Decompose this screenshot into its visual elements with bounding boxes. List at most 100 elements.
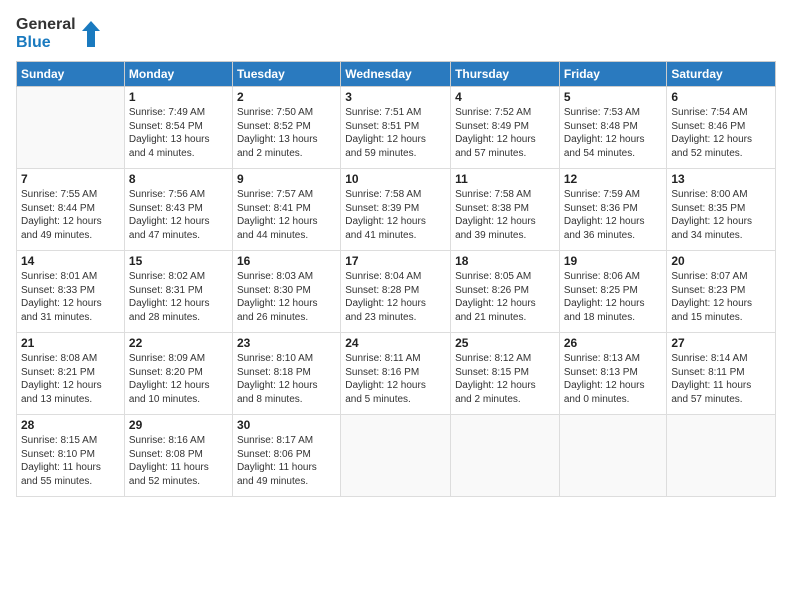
day-number: 26 [564,336,663,350]
weekday-saturday: Saturday [667,62,776,87]
day-number: 4 [455,90,555,104]
day-number: 15 [129,254,228,268]
calendar-cell: 19Sunrise: 8:06 AMSunset: 8:25 PMDayligh… [559,251,667,333]
day-info: Sunrise: 8:09 AMSunset: 8:20 PMDaylight:… [129,352,228,406]
day-info: Sunrise: 8:13 AMSunset: 8:13 PMDaylight:… [564,352,663,406]
calendar-cell: 4Sunrise: 7:52 AMSunset: 8:49 PMDaylight… [451,87,560,169]
day-info: Sunrise: 8:01 AMSunset: 8:33 PMDaylight:… [21,270,120,324]
calendar-cell: 21 Sunrise: 8:08 AMSunset: 8:21 PMDayligh… [17,333,125,415]
weekday-tuesday: Tuesday [232,62,340,87]
day-number: 21 [21,336,120,350]
day-number: 29 [129,418,228,432]
day-number: 22 [129,336,228,350]
calendar-cell [17,87,125,169]
day-info: Sunrise: 8:00 AMSunset: 8:35 PMDaylight:… [671,188,771,242]
day-number: 9 [237,172,336,186]
week-row-4: 21 Sunrise: 8:08 AMSunset: 8:21 PMDayligh… [17,333,776,415]
weekday-wednesday: Wednesday [341,62,451,87]
weekday-thursday: Thursday [451,62,560,87]
calendar-cell: 16 Sunrise: 8:03 AMSunset: 8:30 PMDayligh… [232,251,340,333]
calendar-cell [451,415,560,497]
logo: GeneralBlue [16,16,100,51]
calendar-cell: 13 Sunrise: 8:00 AMSunset: 8:35 PMDayligh… [667,169,776,251]
day-info: Sunrise: 7:55 AMSunset: 8:44 PMDaylight:… [21,188,120,242]
day-number: 14 [21,254,120,268]
day-number: 20 [671,254,771,268]
weekday-header: SundayMondayTuesdayWednesdayThursdayFrid… [17,62,776,87]
day-number: 23 [237,336,336,350]
calendar-cell: 27 Sunrise: 8:14 AMSunset: 8:11 PMDayligh… [667,333,776,415]
calendar-body: 1 Sunrise: 7:49 AMSunset: 8:54 PMDaylight… [17,87,776,497]
day-number: 7 [21,172,120,186]
day-number: 1 [129,90,228,104]
calendar-cell: 2Sunrise: 7:50 AMSunset: 8:52 PMDaylight… [232,87,340,169]
calendar-cell: 22 Sunrise: 8:09 AMSunset: 8:20 PMDayligh… [124,333,232,415]
day-info: Sunrise: 7:59 AMSunset: 8:36 PMDaylight:… [564,188,663,242]
day-info: Sunrise: 7:56 AMSunset: 8:43 PMDaylight:… [129,188,228,242]
logo-wordmark: GeneralBlue [16,16,76,51]
day-number: 30 [237,418,336,432]
calendar-cell: 18 Sunrise: 8:05 AMSunset: 8:26 PMDayligh… [451,251,560,333]
day-info: Sunrise: 7:50 AMSunset: 8:52 PMDaylight:… [237,106,336,160]
day-number: 17 [345,254,446,268]
calendar-cell: 11 Sunrise: 7:58 AMSunset: 8:38 PMDayligh… [451,169,560,251]
page-header: GeneralBlue [16,16,776,51]
calendar-cell: 6Sunrise: 7:54 AMSunset: 8:46 PMDaylight… [667,87,776,169]
calendar-cell [559,415,667,497]
day-info: Sunrise: 7:49 AMSunset: 8:54 PMDaylight:… [129,106,228,160]
calendar-cell: 10Sunrise: 7:58 AMSunset: 8:39 PMDayligh… [341,169,451,251]
day-info: Sunrise: 8:02 AMSunset: 8:31 PMDaylight:… [129,270,228,324]
calendar-cell [667,415,776,497]
week-row-1: 1 Sunrise: 7:49 AMSunset: 8:54 PMDaylight… [17,87,776,169]
day-number: 18 [455,254,555,268]
calendar-cell: 29Sunrise: 8:16 AMSunset: 8:08 PMDayligh… [124,415,232,497]
day-info: Sunrise: 7:57 AMSunset: 8:41 PMDaylight:… [237,188,336,242]
day-info: Sunrise: 7:51 AMSunset: 8:51 PMDaylight:… [345,106,446,160]
day-info: Sunrise: 8:15 AMSunset: 8:10 PMDaylight:… [21,434,120,488]
day-number: 8 [129,172,228,186]
day-info: Sunrise: 8:10 AMSunset: 8:18 PMDaylight:… [237,352,336,406]
calendar: SundayMondayTuesdayWednesdayThursdayFrid… [16,61,776,497]
day-number: 27 [671,336,771,350]
day-number: 24 [345,336,446,350]
calendar-cell: 1 Sunrise: 7:49 AMSunset: 8:54 PMDaylight… [124,87,232,169]
calendar-cell: 9 Sunrise: 7:57 AMSunset: 8:41 PMDaylight… [232,169,340,251]
week-row-3: 14 Sunrise: 8:01 AMSunset: 8:33 PMDayligh… [17,251,776,333]
calendar-cell: 25 Sunrise: 8:12 AMSunset: 8:15 PMDayligh… [451,333,560,415]
calendar-cell: 15 Sunrise: 8:02 AMSunset: 8:31 PMDayligh… [124,251,232,333]
day-info: Sunrise: 8:14 AMSunset: 8:11 PMDaylight:… [671,352,771,406]
day-info: Sunrise: 8:03 AMSunset: 8:30 PMDaylight:… [237,270,336,324]
week-row-5: 28 Sunrise: 8:15 AMSunset: 8:10 PMDayligh… [17,415,776,497]
calendar-cell: 24 Sunrise: 8:11 AMSunset: 8:16 PMDayligh… [341,333,451,415]
day-info: Sunrise: 7:58 AMSunset: 8:38 PMDaylight:… [455,188,555,242]
calendar-cell: 14 Sunrise: 8:01 AMSunset: 8:33 PMDayligh… [17,251,125,333]
calendar-cell: 26 Sunrise: 8:13 AMSunset: 8:13 PMDayligh… [559,333,667,415]
day-number: 28 [21,418,120,432]
logo-triangle-icon [82,21,100,47]
day-number: 6 [671,90,771,104]
weekday-friday: Friday [559,62,667,87]
day-info: Sunrise: 8:08 AMSunset: 8:21 PMDaylight:… [21,352,120,406]
calendar-cell: 20 Sunrise: 8:07 AMSunset: 8:23 PMDayligh… [667,251,776,333]
day-number: 25 [455,336,555,350]
day-number: 12 [564,172,663,186]
day-info: Sunrise: 8:07 AMSunset: 8:23 PMDaylight:… [671,270,771,324]
calendar-cell: 5Sunrise: 7:53 AMSunset: 8:48 PMDaylight… [559,87,667,169]
calendar-cell: 28 Sunrise: 8:15 AMSunset: 8:10 PMDayligh… [17,415,125,497]
day-info: Sunrise: 7:58 AMSunset: 8:39 PMDaylight:… [345,188,446,242]
week-row-2: 7 Sunrise: 7:55 AMSunset: 8:44 PMDaylight… [17,169,776,251]
day-info: Sunrise: 8:04 AMSunset: 8:28 PMDaylight:… [345,270,446,324]
day-info: Sunrise: 8:12 AMSunset: 8:15 PMDaylight:… [455,352,555,406]
weekday-monday: Monday [124,62,232,87]
calendar-cell: 3Sunrise: 7:51 AMSunset: 8:51 PMDaylight… [341,87,451,169]
day-number: 11 [455,172,555,186]
day-number: 16 [237,254,336,268]
calendar-cell: 23 Sunrise: 8:10 AMSunset: 8:18 PMDayligh… [232,333,340,415]
calendar-cell: 12 Sunrise: 7:59 AMSunset: 8:36 PMDayligh… [559,169,667,251]
calendar-cell: 17 Sunrise: 8:04 AMSunset: 8:28 PMDayligh… [341,251,451,333]
day-number: 13 [671,172,771,186]
day-info: Sunrise: 8:11 AMSunset: 8:16 PMDaylight:… [345,352,446,406]
day-info: Sunrise: 7:53 AMSunset: 8:48 PMDaylight:… [564,106,663,160]
calendar-cell [341,415,451,497]
day-info: Sunrise: 8:05 AMSunset: 8:26 PMDaylight:… [455,270,555,324]
